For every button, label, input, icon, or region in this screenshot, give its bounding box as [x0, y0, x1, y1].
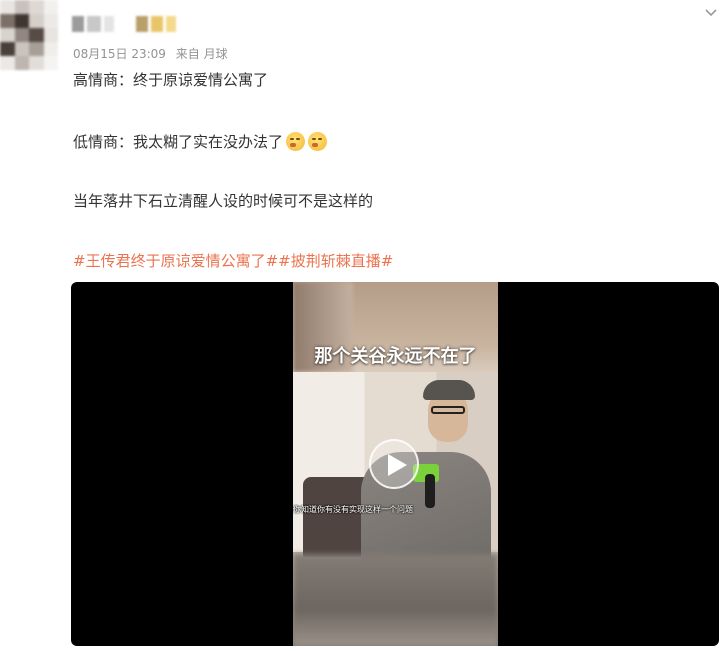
play-icon[interactable] — [369, 439, 419, 489]
post-source: 来自 月球 — [175, 47, 228, 61]
post-meta: 08月15日 23:09 来自 月球 — [73, 45, 234, 62]
thinking-emoji-icon — [286, 132, 306, 151]
video-caption: 那个关谷永远不在了 — [314, 346, 477, 367]
video-subtitle: 你知道你有没有实现这样一个问题 — [293, 505, 413, 514]
thinking-emoji-icon — [308, 132, 328, 151]
topic-link[interactable]: #王传君终于原谅爱情公寓了##披荆斩棘直播# — [73, 250, 393, 271]
post-text: 低情商：我太糊了实在没办法了 — [73, 133, 284, 151]
post-text-line: 当年落井下石立清醒人设的时候可不是这样的 — [73, 192, 374, 210]
video-player[interactable]: 那个关谷永远不在了 你知道你有没有实现这样一个问题 — [71, 282, 719, 646]
chevron-down-icon[interactable] — [702, 4, 720, 22]
avatar[interactable] — [0, 0, 58, 70]
post-text-line: 高情商：终于原谅爱情公寓了 — [73, 71, 269, 89]
post-date[interactable]: 08月15日 23:09 — [73, 47, 166, 61]
username-mosaic[interactable] — [72, 12, 176, 36]
post-text-line-with-emoji: 低情商：我太糊了实在没办法了 — [73, 131, 328, 152]
